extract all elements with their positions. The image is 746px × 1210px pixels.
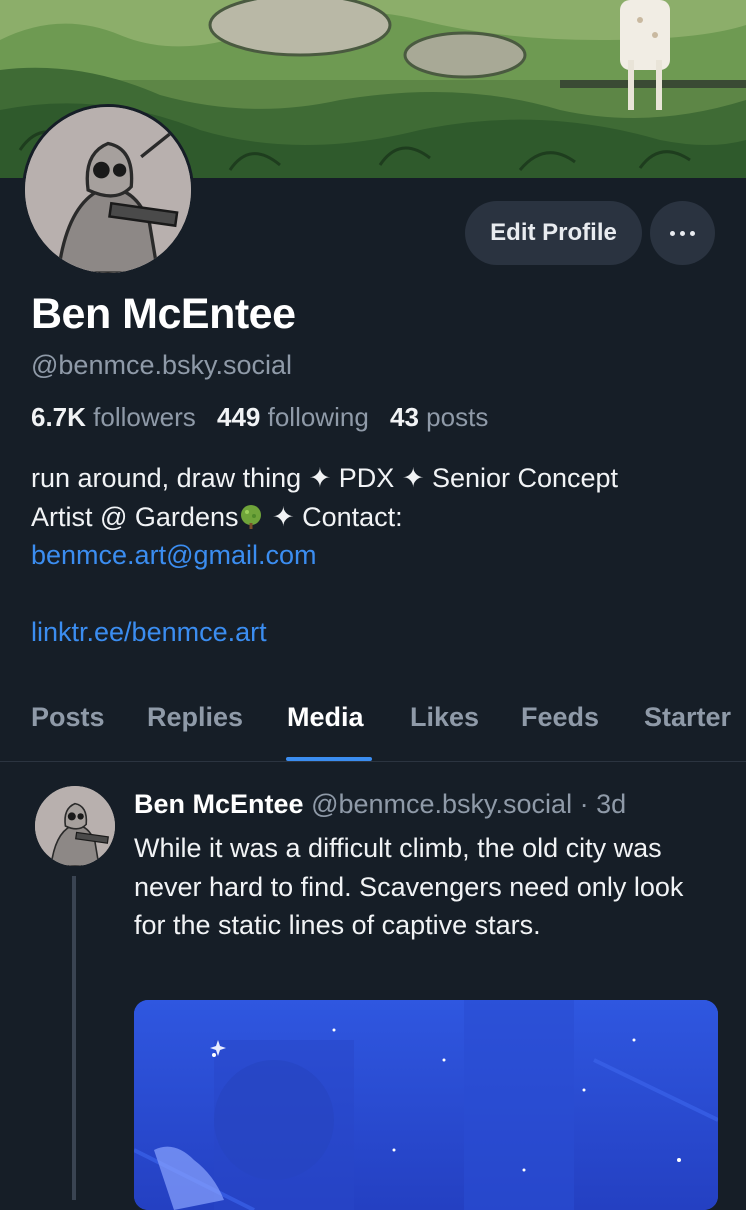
more-dots-icon bbox=[670, 230, 695, 236]
bio-line-2-text: Artist @ Gardens bbox=[31, 501, 239, 532]
bio-email-link[interactable]: benmce.art@gmail.com bbox=[31, 536, 721, 575]
tab-media[interactable]: Media bbox=[287, 702, 364, 733]
posts-stat: 43 posts bbox=[390, 402, 488, 432]
tab-starter[interactable]: Starter bbox=[644, 702, 731, 733]
bio-line-1: run around, draw thing ✦ PDX ✦ Senior Co… bbox=[31, 463, 619, 493]
post-image-illustration bbox=[134, 1000, 718, 1210]
post-image[interactable] bbox=[134, 1000, 718, 1210]
active-tab-indicator bbox=[286, 757, 372, 761]
edit-profile-button[interactable]: Edit Profile bbox=[465, 201, 642, 265]
followers-label: followers bbox=[93, 402, 196, 432]
bio-line-2: Artist @ Gardens ✦ Contact: bbox=[31, 498, 721, 537]
thread-line bbox=[72, 876, 76, 1200]
tab-posts[interactable]: Posts bbox=[31, 702, 105, 733]
following-label: following bbox=[267, 402, 369, 432]
profile-avatar[interactable] bbox=[22, 104, 194, 276]
following-stat[interactable]: 449 following bbox=[217, 402, 369, 432]
more-options-button[interactable] bbox=[650, 201, 715, 265]
post-time[interactable]: 3d bbox=[596, 789, 626, 819]
display-name: Ben McEntee bbox=[31, 290, 296, 338]
post-header: Ben McEntee @benmce.bsky.social · 3d bbox=[134, 789, 626, 820]
post-author-handle[interactable]: @benmce.bsky.social bbox=[311, 789, 572, 819]
posts-count: 43 bbox=[390, 402, 419, 432]
post-avatar-illustration bbox=[35, 786, 115, 866]
posts-label: posts bbox=[426, 402, 489, 432]
profile-tabs: Posts Replies Media Likes Feeds Starter bbox=[0, 676, 746, 762]
post-author-name[interactable]: Ben McEntee bbox=[134, 789, 304, 819]
avatar-illustration bbox=[25, 107, 191, 273]
followers-count: 6.7K bbox=[31, 402, 86, 432]
bio-line-2-contact: ✦ Contact: bbox=[264, 501, 403, 532]
tab-replies[interactable]: Replies bbox=[147, 702, 243, 733]
tree-emoji-icon bbox=[241, 504, 262, 529]
edit-profile-label: Edit Profile bbox=[490, 219, 617, 246]
followers-stat[interactable]: 6.7K followers bbox=[31, 402, 196, 432]
bio-website-link[interactable]: linktr.ee/benmce.art bbox=[31, 613, 721, 652]
following-count: 449 bbox=[216, 402, 261, 432]
post-text: While it was a difficult climb, the old … bbox=[134, 833, 684, 940]
tab-likes[interactable]: Likes bbox=[410, 702, 479, 733]
post-separator: · bbox=[579, 789, 589, 819]
tab-feeds[interactable]: Feeds bbox=[521, 702, 599, 733]
profile-handle: @benmce.bsky.social bbox=[31, 350, 293, 380]
profile-stats: 6.7K followers 449 following 43 posts bbox=[31, 402, 488, 433]
profile-bio: run around, draw thing ✦ PDX ✦ Senior Co… bbox=[31, 459, 721, 651]
post-author-avatar[interactable] bbox=[35, 786, 115, 866]
